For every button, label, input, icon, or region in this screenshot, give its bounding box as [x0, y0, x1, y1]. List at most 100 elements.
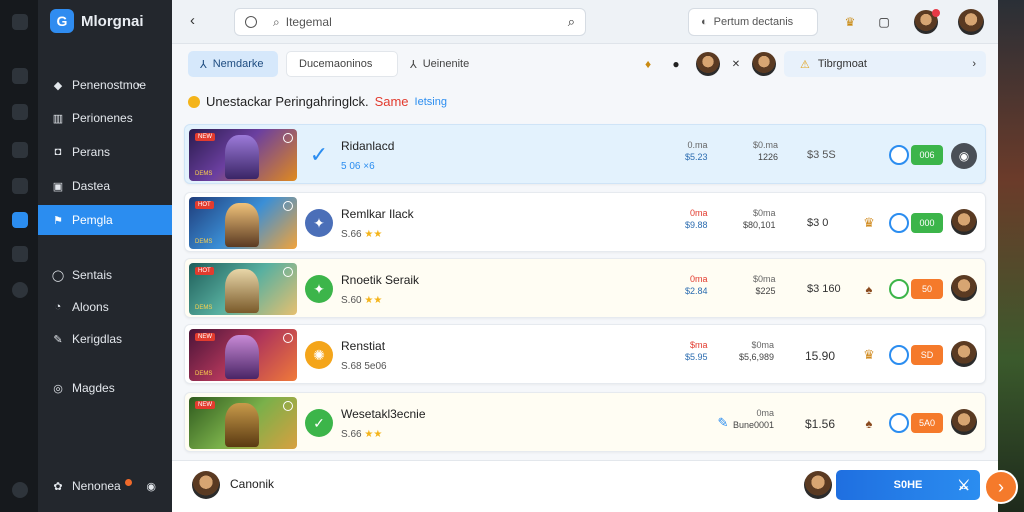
search-bar[interactable]: ⌕ Itegemal ⌕ — [234, 8, 586, 36]
app-rail-icon[interactable] — [12, 246, 28, 262]
opponent-avatar[interactable] — [804, 471, 832, 499]
stat-column: $ma $5.95 — [685, 339, 708, 363]
potion-icon[interactable]: ♠ — [859, 279, 879, 299]
game-character-art — [225, 335, 259, 379]
game-character-art — [225, 403, 259, 447]
game-row[interactable]: NEW DEMS ✺ Renstiat S.68 5e06 $ma $5.95 … — [184, 324, 986, 384]
select-toggle[interactable] — [889, 145, 909, 165]
sidebar-item-label: Magdes — [72, 381, 115, 395]
tab-nemdarke[interactable]: ⅄ Nemdarke — [188, 51, 278, 77]
brand[interactable]: G Mlorgnai — [50, 9, 144, 33]
stat-value: 1226 — [757, 152, 779, 162]
trophy-icon[interactable]: ♛ — [840, 12, 860, 32]
section-subtitle: Ietsing — [414, 95, 447, 108]
sidebar-item-perans[interactable]: ◘ Perans — [38, 137, 172, 167]
game-row[interactable]: HOT DEMS ✦ Remlkar Ilack S.66 ★★ 0ma $9.… — [184, 192, 986, 252]
record-icon — [245, 16, 257, 28]
game-thumbnail: NEW DEMS — [189, 129, 297, 181]
app-rail-icon[interactable] — [12, 482, 28, 498]
close-icon[interactable]: ✕ — [726, 54, 746, 74]
sidebar-item-perionenes[interactable]: ▥ Perionenes — [38, 103, 172, 133]
game-icon: ✓ — [305, 141, 333, 169]
alert-banner[interactable]: ⚠ Tibrgmoat › — [784, 51, 986, 77]
trophy-icon[interactable]: ♦ — [638, 54, 658, 74]
search-input[interactable]: Itegemal — [286, 15, 332, 29]
sidebar-item-aloons[interactable]: ◔ Aloons — [38, 292, 172, 322]
background-artwork — [998, 0, 1024, 512]
select-toggle[interactable] — [889, 345, 909, 365]
play-button[interactable]: S0HE ⚔ — [836, 470, 980, 500]
sidebar-item-pemgla[interactable]: ⚑ Pemgla — [38, 205, 172, 235]
player-avatar[interactable] — [951, 209, 977, 235]
chat-icon: ◯ — [51, 269, 65, 282]
price: $3 5S — [807, 149, 836, 161]
player-avatar[interactable] — [951, 275, 977, 301]
player-avatar[interactable] — [192, 471, 220, 499]
square-icon[interactable]: ▢ — [874, 12, 894, 32]
tab-ueinenite[interactable]: ⅄ Ueinenite — [398, 51, 488, 77]
search-submit-icon[interactable]: ⌕ — [568, 14, 575, 30]
app-rail-icon[interactable] — [12, 282, 28, 298]
next-button[interactable]: › — [984, 470, 1018, 504]
game-meta: S.66 ★★ — [341, 229, 382, 240]
action-button[interactable]: 006 — [911, 145, 943, 165]
sidebar-item-label: Dastea — [72, 179, 111, 193]
player-avatar[interactable] — [951, 341, 977, 367]
sidebar-item-kerigdlas[interactable]: ✎ Kerigdlas — [38, 324, 172, 354]
sidebar-item-label: Perionenes — [72, 111, 133, 125]
game-row[interactable]: NEW DEMS ✓ Ridanlacd 5 06 ×6 0.ma $5.23 … — [184, 124, 986, 184]
stat-value: $80,101 — [743, 220, 776, 230]
thumbnail-caption: DEMS — [195, 371, 213, 377]
sidebar: G Mlorgnai ◆ Penenostmoe • ▥ Perionenes … — [38, 0, 172, 512]
app-rail-icon[interactable] — [12, 104, 28, 120]
action-button[interactable]: 000 — [911, 213, 943, 233]
sidebar-item-penenostmoe[interactable]: ◆ Penenostmoe • — [38, 70, 172, 100]
game-row[interactable]: HOT DEMS ✦ Rnoetik Seraik S.60 ★★ 0ma $2… — [184, 258, 986, 318]
app-rail-icon[interactable] — [12, 68, 28, 84]
sidebar-item-sentais[interactable]: ◯ Sentais — [38, 260, 172, 290]
select-toggle[interactable] — [889, 413, 909, 433]
image-icon: ▣ — [52, 180, 64, 193]
rating-stars: ★★ — [364, 229, 383, 240]
game-row[interactable]: NEW ✓ Wesetakl3ecnie S.66 ★★ ✎ 0ma Bune0… — [184, 392, 986, 452]
thumbnail-caption: DEMS — [195, 171, 213, 177]
app-rail-icon[interactable] — [12, 178, 28, 194]
action-button[interactable]: SD — [911, 345, 943, 365]
sidebar-item-dastea[interactable]: ▣ Dastea — [38, 171, 172, 201]
account-pill[interactable]: ◐ Pertum dectanis — [688, 8, 818, 36]
pin-icon[interactable]: ● — [666, 54, 686, 74]
game-name: Ridanlacd — [341, 139, 395, 153]
player-avatar[interactable] — [696, 52, 720, 76]
back-button[interactable]: ‹ — [190, 12, 195, 29]
sidebar-item-magdes[interactable]: ◎ Magdes — [38, 373, 172, 403]
link-icon[interactable]: ✎ — [713, 413, 733, 433]
tab-ducemaoninos[interactable]: Ducemaoninos — [286, 51, 398, 77]
stat-label: 0.ma — [687, 140, 708, 150]
sidebar-item-label: Kerigdlas — [72, 332, 123, 346]
section-title-highlight: Same — [374, 94, 409, 109]
player-avatar[interactable] — [951, 409, 977, 435]
info-icon — [283, 133, 293, 143]
settings-icon[interactable]: ◉ — [146, 480, 156, 493]
select-toggle[interactable] — [889, 213, 909, 233]
app-rail-icon[interactable] — [12, 212, 28, 228]
game-thumbnail: HOT DEMS — [189, 197, 297, 249]
app-rail-icon[interactable] — [12, 14, 28, 30]
action-button[interactable]: 50 — [911, 279, 943, 299]
opponent-avatar[interactable] — [752, 52, 776, 76]
user-avatar[interactable] — [958, 9, 984, 35]
app-rail-icon[interactable] — [12, 142, 28, 158]
app-rail — [0, 0, 38, 512]
tab-row: ⅄ Nemdarke Ducemaoninos ⅄ Ueinenite ♦ ● … — [172, 44, 998, 84]
action-button[interactable]: 5A0 — [911, 413, 943, 433]
game-name: Renstiat — [341, 339, 386, 353]
trophy-icon[interactable]: ♛ — [859, 345, 879, 365]
tab-icon: ⅄ — [410, 58, 417, 71]
sidebar-item-label: Aloons — [72, 300, 109, 314]
select-toggle[interactable] — [889, 279, 909, 299]
trophy-icon[interactable]: ♛ — [859, 213, 879, 233]
sidebar-item-nenonea[interactable]: ✿ Nenonea ◉ — [38, 471, 172, 501]
thumbnail-tag: HOT — [195, 267, 214, 275]
potion-icon[interactable]: ♠ — [859, 413, 879, 433]
profile-button[interactable]: ◉ — [951, 143, 977, 169]
